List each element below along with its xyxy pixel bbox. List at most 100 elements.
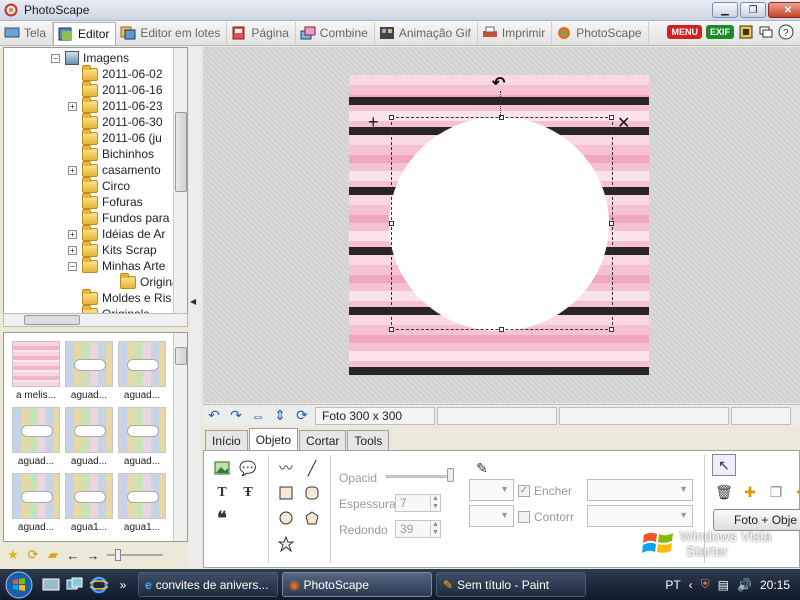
- line-icon[interactable]: ╱: [300, 457, 324, 479]
- refresh-icon[interactable]: ⟳: [23, 547, 43, 563]
- text-format-icon[interactable]: Ŧ: [236, 482, 260, 504]
- tree-item[interactable]: 2011-06 (ju: [68, 128, 162, 146]
- tab-tools[interactable]: Tools: [347, 430, 390, 450]
- tab-photoscape[interactable]: PhotoScape: [552, 22, 649, 44]
- tree-item[interactable]: − Minhas Arte: [68, 256, 165, 274]
- tray-expand-icon[interactable]: ‹: [689, 578, 693, 592]
- thickness-spinner[interactable]: ▲ ▼: [430, 495, 440, 511]
- thumbnail-item[interactable]: aguad...: [118, 407, 166, 467]
- trash-icon[interactable]: 🗑: [712, 481, 736, 503]
- thumb-scroll-thumb[interactable]: [175, 347, 187, 365]
- opacity-slider-thumb[interactable]: [447, 468, 454, 482]
- panel-splitter[interactable]: ◀: [189, 47, 201, 567]
- speech-balloon-icon[interactable]: 💬: [236, 457, 260, 479]
- tab-gif-animation[interactable]: Animação Gif: [375, 22, 478, 44]
- antivirus-icon[interactable]: ⛨: [701, 577, 710, 592]
- flip-horizontal-icon[interactable]: ⇔: [247, 407, 269, 425]
- tree-expander[interactable]: −: [68, 261, 77, 271]
- fill-style-dropdown[interactable]: ▼: [587, 479, 693, 501]
- taskbar-button-photoscape[interactable]: ◉ PhotoScape: [282, 572, 432, 597]
- star-shape-icon[interactable]: [274, 533, 298, 555]
- start-button[interactable]: [0, 569, 38, 600]
- thumbnail-image[interactable]: [118, 473, 166, 519]
- thumb-vertical-scrollbar[interactable]: [173, 333, 187, 541]
- thumbnail-item[interactable]: aguad...: [12, 473, 60, 533]
- tab-print[interactable]: Imprimir: [478, 22, 553, 44]
- add-object-icon[interactable]: ✚: [738, 481, 762, 503]
- rectangle-icon[interactable]: [274, 482, 298, 504]
- tree-item[interactable]: Moldes e Ris: [68, 288, 171, 306]
- move-cross-icon[interactable]: +: [368, 112, 379, 133]
- tree-horizontal-scrollbar[interactable]: [3, 313, 188, 327]
- resize-handle-ne[interactable]: [609, 115, 614, 120]
- tree-expander[interactable]: +: [68, 165, 77, 175]
- photo-insert-icon[interactable]: [210, 457, 234, 479]
- thumbnail-image[interactable]: [65, 407, 113, 453]
- internet-explorer-icon[interactable]: [88, 575, 110, 595]
- tree-item[interactable]: Circo: [68, 176, 130, 194]
- light-icon[interactable]: ✦: [788, 481, 800, 503]
- tree-item[interactable]: + casamento: [68, 160, 161, 178]
- resize-handle-s[interactable]: [499, 327, 504, 332]
- quote-icon[interactable]: ❝: [210, 507, 234, 529]
- fill-color-dropdown[interactable]: ▼: [469, 479, 514, 501]
- tree-scroll-thumb[interactable]: [175, 112, 187, 192]
- tree-hscroll-thumb[interactable]: [24, 315, 80, 325]
- thumbnail-item[interactable]: aguad...: [65, 341, 113, 401]
- pointer-select-icon[interactable]: ↖: [712, 454, 736, 476]
- resize-handle-sw[interactable]: [389, 327, 394, 332]
- tab-inicio[interactable]: Início: [205, 430, 248, 450]
- outline-color-dropdown[interactable]: ▼: [469, 505, 514, 527]
- thumbnail-image[interactable]: [118, 407, 166, 453]
- volume-icon[interactable]: 🔊: [737, 578, 752, 592]
- eyedropper-icon[interactable]: ✎: [470, 457, 494, 479]
- collapse-expander[interactable]: −: [51, 53, 60, 63]
- tree-root-imagens[interactable]: − Imagens: [51, 50, 129, 66]
- folder-tree[interactable]: − Imagens 2011-06-02 2011-06-16 +2011-06-2…: [3, 47, 188, 315]
- tree-expander[interactable]: +: [68, 101, 77, 111]
- tree-item[interactable]: Fundos para: [68, 208, 169, 226]
- tree-item[interactable]: 2011-06-02: [68, 64, 163, 82]
- duplicate-object-icon[interactable]: ❐: [764, 481, 788, 503]
- resize-handle-w[interactable]: [389, 221, 394, 226]
- rounded-rectangle-icon[interactable]: [300, 482, 324, 504]
- rotate-handle-icon[interactable]: ↶: [492, 73, 505, 93]
- thumbnail-image[interactable]: [12, 407, 60, 453]
- thumbnail-browser[interactable]: a melis... aguad... aguad... aguad... aguad.…: [3, 332, 188, 542]
- circle-icon[interactable]: [274, 507, 298, 529]
- rotate-right-icon[interactable]: ↷: [225, 407, 247, 425]
- star-icon[interactable]: ★: [3, 547, 23, 563]
- network-icon[interactable]: ▤: [718, 578, 729, 592]
- maximize-button[interactable]: ❐: [740, 2, 766, 18]
- tree-item[interactable]: 2011-06-30: [68, 112, 163, 130]
- tree-item[interactable]: + Idéias de Ar: [68, 224, 165, 242]
- help-icon[interactable]: ?: [778, 24, 794, 40]
- tab-objeto[interactable]: Objeto: [248, 428, 299, 450]
- fill-checkbox[interactable]: ✓ Encher: [518, 484, 572, 498]
- selection-box[interactable]: [391, 117, 613, 330]
- tree-item[interactable]: Fofuras: [68, 192, 143, 210]
- tree-expander[interactable]: +: [68, 229, 77, 239]
- tree-item[interactable]: Bichinhos: [68, 144, 154, 162]
- delete-object-icon[interactable]: ✕: [617, 113, 630, 133]
- rotate-left-icon[interactable]: ↶: [203, 407, 225, 425]
- clock[interactable]: 20:15: [760, 578, 790, 592]
- folder-open-icon[interactable]: ▰: [43, 547, 63, 563]
- rounding-input[interactable]: 39 ▲ ▼: [395, 520, 441, 538]
- close-window-button[interactable]: ✕: [768, 2, 800, 18]
- taskbar-button-paint[interactable]: ✎ Sem título - Paint: [436, 572, 586, 597]
- rounding-spinner[interactable]: ▲ ▼: [430, 521, 440, 537]
- fill-checkbox-box[interactable]: ✓: [518, 485, 530, 497]
- taskbar-button-browser[interactable]: e convites de anivers...: [138, 572, 278, 597]
- tree-item[interactable]: 2011-06-16: [68, 80, 163, 98]
- thumbnail-image[interactable]: [12, 473, 60, 519]
- show-desktop-icon[interactable]: [40, 575, 62, 595]
- thumbnail-item[interactable]: a melis...: [12, 341, 60, 401]
- quicklaunch-overflow-icon[interactable]: »: [112, 575, 134, 595]
- resize-handle-nw[interactable]: [389, 115, 394, 120]
- tree-expander[interactable]: +: [68, 245, 77, 255]
- outline-checkbox-box[interactable]: [518, 511, 530, 523]
- text-icon[interactable]: T: [210, 482, 234, 504]
- collapse-arrow-icon[interactable]: ◀: [190, 297, 196, 306]
- forward-arrow-icon[interactable]: →: [83, 547, 103, 563]
